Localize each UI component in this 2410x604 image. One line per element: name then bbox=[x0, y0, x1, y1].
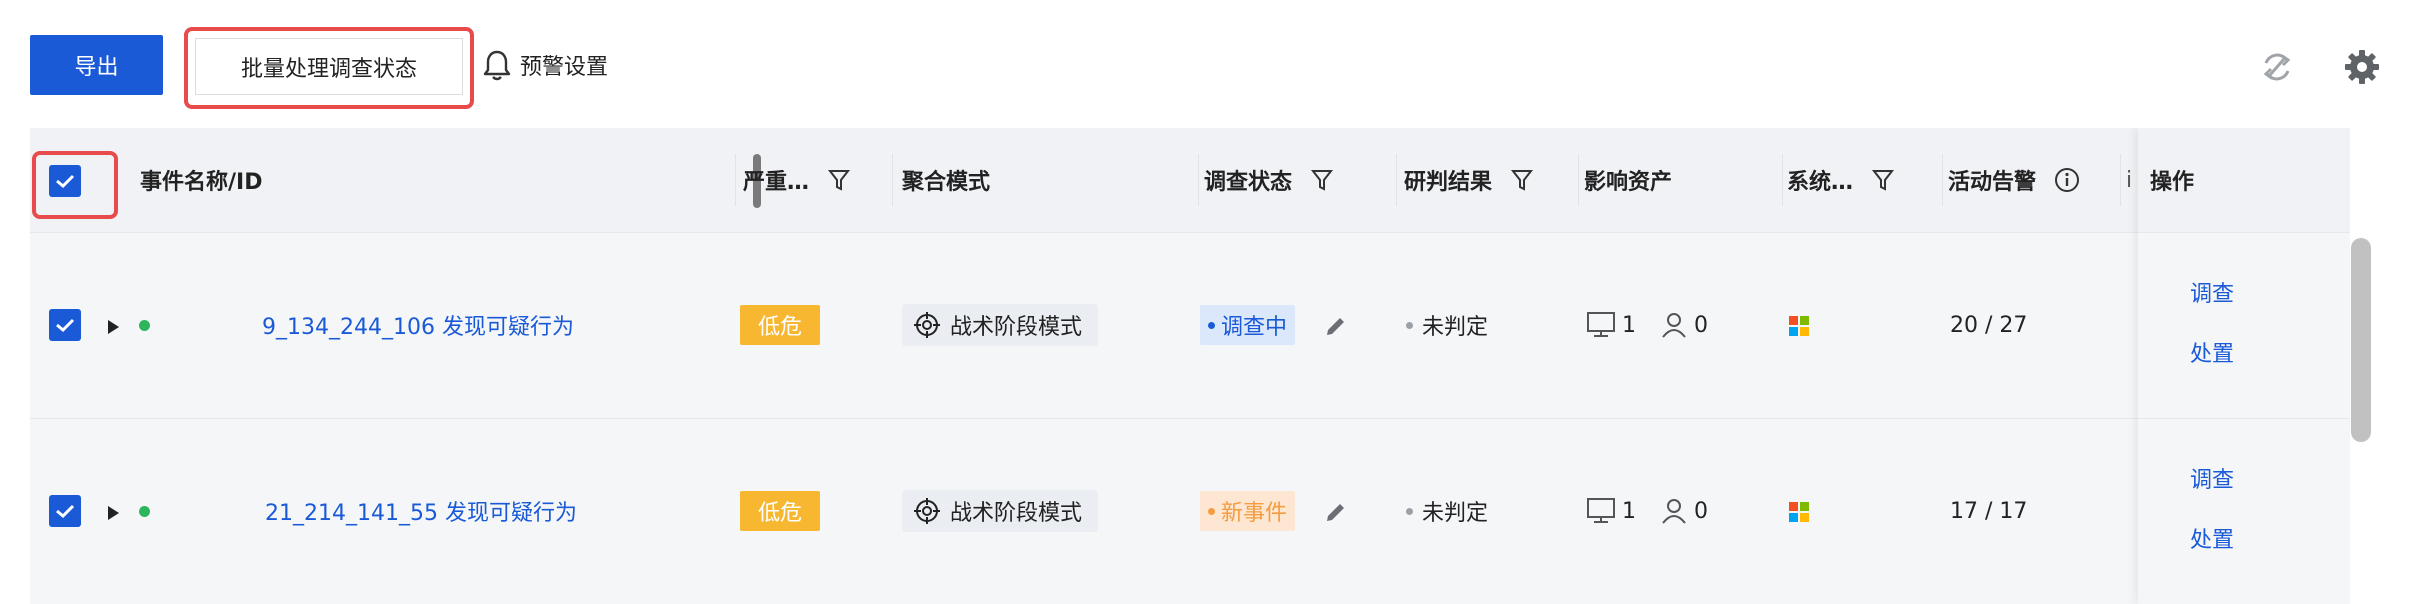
filter-icon[interactable] bbox=[1510, 168, 1534, 192]
warning-settings-label: 预警设置 bbox=[520, 55, 609, 80]
edit-icon[interactable] bbox=[1324, 500, 1348, 524]
col-alerts: 活动告警 bbox=[1948, 128, 2080, 232]
severity-badge: 低危 bbox=[740, 491, 820, 531]
col-mode: 聚合模式 bbox=[902, 170, 991, 195]
event-name-link[interactable]: 21_214_141_55 发现可疑行为 bbox=[265, 494, 577, 528]
col-name: 事件名称/ID bbox=[140, 170, 263, 195]
user-icon bbox=[1662, 499, 1686, 524]
edit-icon[interactable] bbox=[1324, 314, 1348, 338]
bell-icon bbox=[483, 50, 511, 81]
col-ops: 操作 bbox=[2150, 170, 2195, 195]
select-all-checkbox[interactable] bbox=[49, 165, 81, 197]
target-icon bbox=[914, 312, 940, 338]
handle-link[interactable]: 处置 bbox=[2190, 336, 2234, 368]
expand-arrow-icon[interactable] bbox=[106, 319, 120, 335]
export-button[interactable]: 导出 bbox=[30, 35, 163, 95]
assets-cell: 1 0 bbox=[1586, 308, 1708, 342]
online-status-dot bbox=[139, 506, 150, 517]
event-name-link[interactable]: 9_134_244_106 发现可疑行为 bbox=[262, 308, 574, 342]
refresh-icon[interactable] bbox=[2258, 48, 2296, 86]
row-checkbox[interactable] bbox=[49, 309, 81, 341]
monitor-icon bbox=[1587, 498, 1615, 523]
filter-icon[interactable] bbox=[1310, 168, 1334, 192]
severity-badge: 低危 bbox=[740, 305, 820, 345]
online-status-dot bbox=[139, 320, 150, 331]
aggregation-mode-tag: 战术阶段模式 bbox=[902, 490, 1099, 532]
row-checkbox[interactable] bbox=[49, 495, 81, 527]
windows-icon bbox=[1789, 316, 1809, 336]
info-icon[interactable] bbox=[2054, 167, 2080, 193]
investigate-link[interactable]: 调查 bbox=[2190, 462, 2234, 494]
filter-icon[interactable] bbox=[1871, 168, 1895, 192]
check-icon bbox=[56, 318, 75, 333]
expand-arrow-icon[interactable] bbox=[106, 505, 120, 521]
handle-link[interactable]: 处置 bbox=[2190, 522, 2234, 554]
col-status: 调查状态 bbox=[1204, 128, 1334, 232]
result-cell: 未判定 bbox=[1406, 494, 1488, 528]
batch-process-status-button[interactable]: 批量处理调查状态 bbox=[195, 38, 463, 95]
active-alerts-count: 17 / 17 bbox=[1950, 498, 2028, 524]
check-icon bbox=[56, 504, 75, 519]
assets-cell: 1 0 bbox=[1586, 494, 1708, 528]
event-table: 事件名称/ID 严重… 聚合模式 调查状态 研判结果 影响资产 系统… 活动告警… bbox=[30, 128, 2350, 604]
aggregation-mode-tag: 战术阶段模式 bbox=[902, 304, 1099, 346]
status-badge: 新事件 bbox=[1200, 491, 1296, 531]
result-cell: 未判定 bbox=[1406, 308, 1488, 342]
scrollbar-thumb[interactable] bbox=[2351, 238, 2371, 442]
col-system: 系统… bbox=[1787, 128, 1895, 232]
col-result: 研判结果 bbox=[1404, 128, 1534, 232]
col-severity: 严重… bbox=[743, 128, 851, 232]
warning-settings-button[interactable]: 预警设置 bbox=[482, 45, 608, 85]
col-assets: 影响资产 bbox=[1584, 170, 1673, 195]
operations-column: 操作 调查 处置 调查 处置 bbox=[2138, 128, 2350, 604]
windows-icon bbox=[1789, 502, 1809, 522]
investigate-link[interactable]: 调查 bbox=[2190, 276, 2234, 308]
check-icon bbox=[56, 174, 75, 189]
user-icon bbox=[1662, 313, 1686, 338]
monitor-icon bbox=[1587, 312, 1615, 337]
target-icon bbox=[914, 498, 940, 524]
active-alerts-count: 20 / 27 bbox=[1950, 312, 2028, 338]
filter-icon[interactable] bbox=[827, 168, 851, 192]
status-badge: 调查中 bbox=[1200, 305, 1296, 345]
col-truncated: i bbox=[2126, 167, 2133, 193]
gear-icon[interactable] bbox=[2343, 48, 2381, 86]
